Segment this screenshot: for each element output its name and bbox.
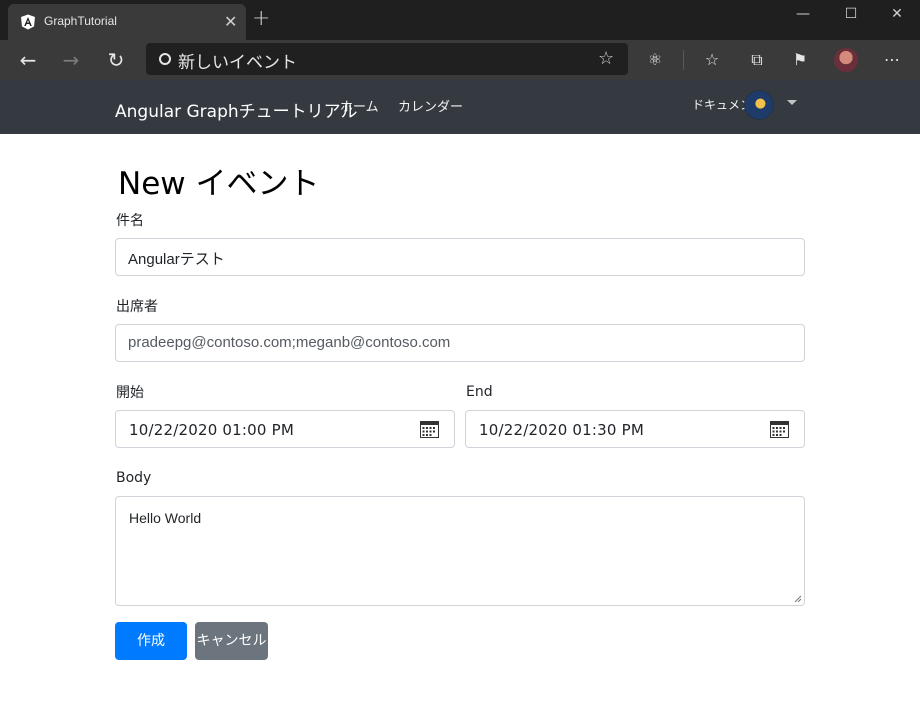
browser-toolbar: ← → ↻ 新しいイベント ☆ ⚛ ☆ ⧉ ⚑ ⋯ — [0, 40, 920, 80]
subject-label: 件名 — [116, 213, 144, 229]
end-value: 10/22/2020 01:30 PM — [479, 421, 645, 439]
page-info-icon[interactable] — [159, 53, 171, 65]
create-button[interactable]: 作成 — [115, 622, 187, 660]
start-datetime-input[interactable]: 10/22/2020 01:00 PM — [115, 410, 455, 448]
refresh-icon[interactable]: ↻ — [103, 48, 129, 72]
address-text[interactable]: 新しいイベント — [178, 48, 297, 73]
attendees-value: pradeepg@contoso.com;meganb@contoso.com — [128, 334, 451, 351]
subject-input[interactable]: Angularテスト — [115, 238, 805, 276]
end-label: End — [466, 384, 493, 400]
feedback-icon[interactable]: ⚑ — [789, 49, 811, 71]
profile-avatar[interactable] — [834, 48, 858, 72]
maximize-icon[interactable]: ☐ — [836, 4, 866, 24]
calendar-icon[interactable] — [770, 420, 789, 438]
subject-value: Angularテスト — [128, 251, 225, 268]
tab-title: GraphTutorial — [44, 14, 117, 28]
favorite-star-icon[interactable]: ☆ — [598, 48, 614, 69]
minimize-icon[interactable]: — — [788, 4, 818, 24]
close-window-icon[interactable]: ✕ — [882, 4, 912, 24]
more-icon[interactable]: ⋯ — [881, 49, 903, 71]
back-icon[interactable]: ← — [15, 48, 41, 72]
extension-icon[interactable]: ⚛ — [644, 49, 666, 71]
body-value: Hello World — [129, 510, 202, 526]
nav-link-home[interactable]: ホーム — [340, 96, 379, 115]
browser-tab[interactable]: GraphTutorial ✕ — [8, 4, 246, 40]
attendees-label: 出席者 — [116, 299, 158, 315]
calendar-icon[interactable] — [420, 420, 439, 438]
start-label: 開始 — [116, 385, 144, 401]
address-bar[interactable]: 新しいイベント ☆ — [146, 43, 628, 75]
chevron-down-icon[interactable] — [787, 100, 797, 105]
browser-tab-bar: GraphTutorial ✕ + — ☐ ✕ — [0, 0, 920, 40]
favorites-icon[interactable]: ☆ — [701, 49, 723, 71]
user-avatar[interactable] — [744, 90, 774, 120]
app-navbar: Angular Graphチュートリアル ホーム カレンダー ドキュメント — [0, 80, 920, 134]
body-label: Body — [116, 470, 152, 486]
cancel-button[interactable]: キャンセル — [195, 622, 268, 660]
start-value: 10/22/2020 01:00 PM — [129, 421, 295, 439]
nav-link-calendar[interactable]: カレンダー — [398, 96, 463, 115]
attendees-input[interactable]: pradeepg@contoso.com;meganb@contoso.com — [115, 324, 805, 362]
angular-logo-icon — [21, 14, 35, 30]
new-tab-icon[interactable]: + — [252, 6, 270, 32]
end-datetime-input[interactable]: 10/22/2020 01:30 PM — [465, 410, 805, 448]
page-title: New イベント — [118, 166, 320, 202]
collections-icon[interactable]: ⧉ — [746, 49, 768, 71]
resize-handle-icon[interactable] — [794, 595, 802, 603]
body-textarea[interactable]: Hello World — [115, 496, 805, 606]
tab-close-icon[interactable]: ✕ — [224, 12, 237, 32]
forward-icon[interactable]: → — [58, 48, 84, 72]
brand-link[interactable]: Angular Graphチュートリアル — [115, 97, 357, 122]
toolbar-divider — [683, 50, 684, 70]
